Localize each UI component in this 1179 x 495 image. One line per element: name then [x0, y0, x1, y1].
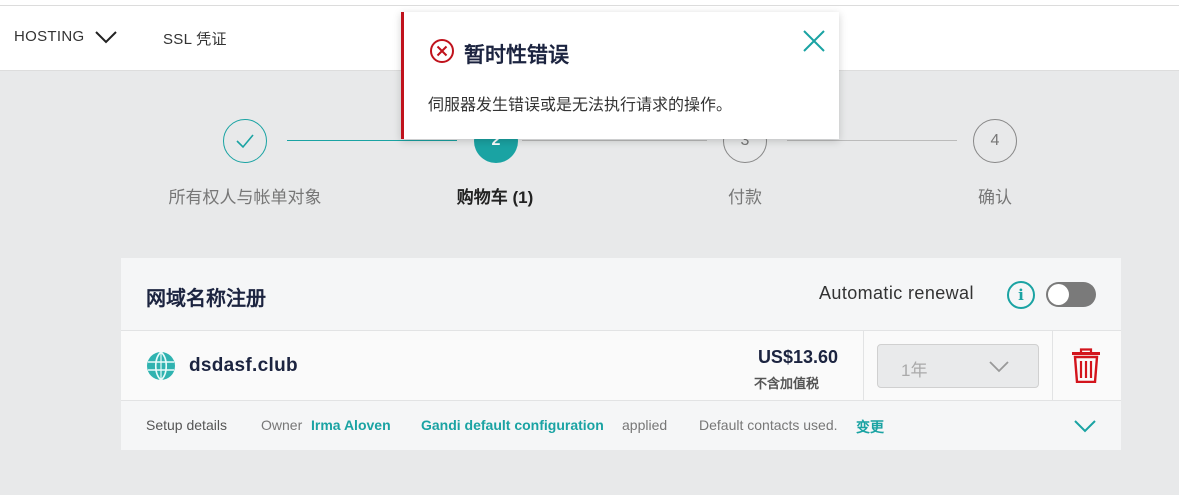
toast-message: 伺服器发生错误或是无法执行请求的操作。 [428, 97, 733, 114]
step-4-label: 确认 [978, 188, 1012, 207]
info-glyph: i [1018, 286, 1024, 304]
auto-renewal-toggle[interactable] [1046, 282, 1096, 307]
domain-name: dsdasf.club [189, 355, 298, 376]
step-4-number: 4 [990, 132, 1000, 149]
column-divider [1052, 331, 1053, 401]
tax-note: 不含加值税 [753, 376, 819, 391]
card-header: 网域名称注册 Automatic renewal i [121, 258, 1121, 331]
auto-renewal-label: Automatic renewal [819, 283, 974, 303]
chevron-down-icon [989, 361, 1009, 373]
owner-name: Irma Aloven [311, 417, 391, 433]
chevron-down-icon[interactable] [1073, 419, 1097, 433]
step-1-label[interactable]: 所有权人与帐单对象 [125, 183, 365, 208]
config-name: Gandi default configuration [421, 417, 604, 433]
nav-hosting-label: HOSTING [14, 28, 85, 45]
card-title: 网域名称注册 [146, 288, 266, 310]
change-contacts-link[interactable]: 变更 [856, 417, 884, 437]
contacts-text: Default contacts used. [699, 417, 838, 433]
step-1-circle[interactable] [223, 119, 267, 163]
chevron-down-icon [95, 30, 118, 43]
check-icon [236, 134, 254, 149]
step-connector [522, 140, 707, 141]
cart-item-row: dsdasf.club US$13.60 不含加值税 1年 [121, 331, 1121, 401]
column-divider [863, 331, 864, 401]
error-icon [430, 39, 454, 63]
error-toast: 暂时性错误 伺服器发生错误或是无法执行请求的操作。 [401, 12, 839, 139]
owner-prefix: Owner [261, 417, 303, 433]
step-4-circle: 4 [973, 119, 1017, 163]
nav-hosting-menu[interactable]: HOSTING [14, 28, 118, 45]
toast-title: 暂时性错误 [464, 44, 569, 67]
globe-icon [147, 351, 175, 381]
setup-details-label: Setup details [146, 417, 227, 433]
close-icon[interactable] [802, 29, 826, 53]
period-select[interactable]: 1年 [877, 344, 1039, 388]
step-connector [787, 140, 957, 141]
info-icon[interactable]: i [1007, 281, 1035, 309]
setup-details-bar[interactable]: Setup details Owner Irma Aloven Gandi de… [121, 401, 1121, 450]
config-suffix: applied [622, 417, 668, 433]
toggle-knob [1048, 284, 1069, 305]
trash-icon[interactable] [1071, 348, 1101, 383]
nav-ssl-label: SSL 凭证 [163, 31, 227, 48]
step-3-label: 付款 [728, 188, 762, 207]
nav-ssl-link[interactable]: SSL 凭证 [163, 28, 227, 49]
step-connector [287, 140, 457, 141]
step-2-label: 购物车 (1) [456, 188, 534, 207]
domain-registration-card: 网域名称注册 Automatic renewal i dsdasf.club U… [121, 258, 1121, 450]
item-price: US$13.60 [757, 347, 838, 367]
period-value: 1年 [901, 361, 928, 380]
